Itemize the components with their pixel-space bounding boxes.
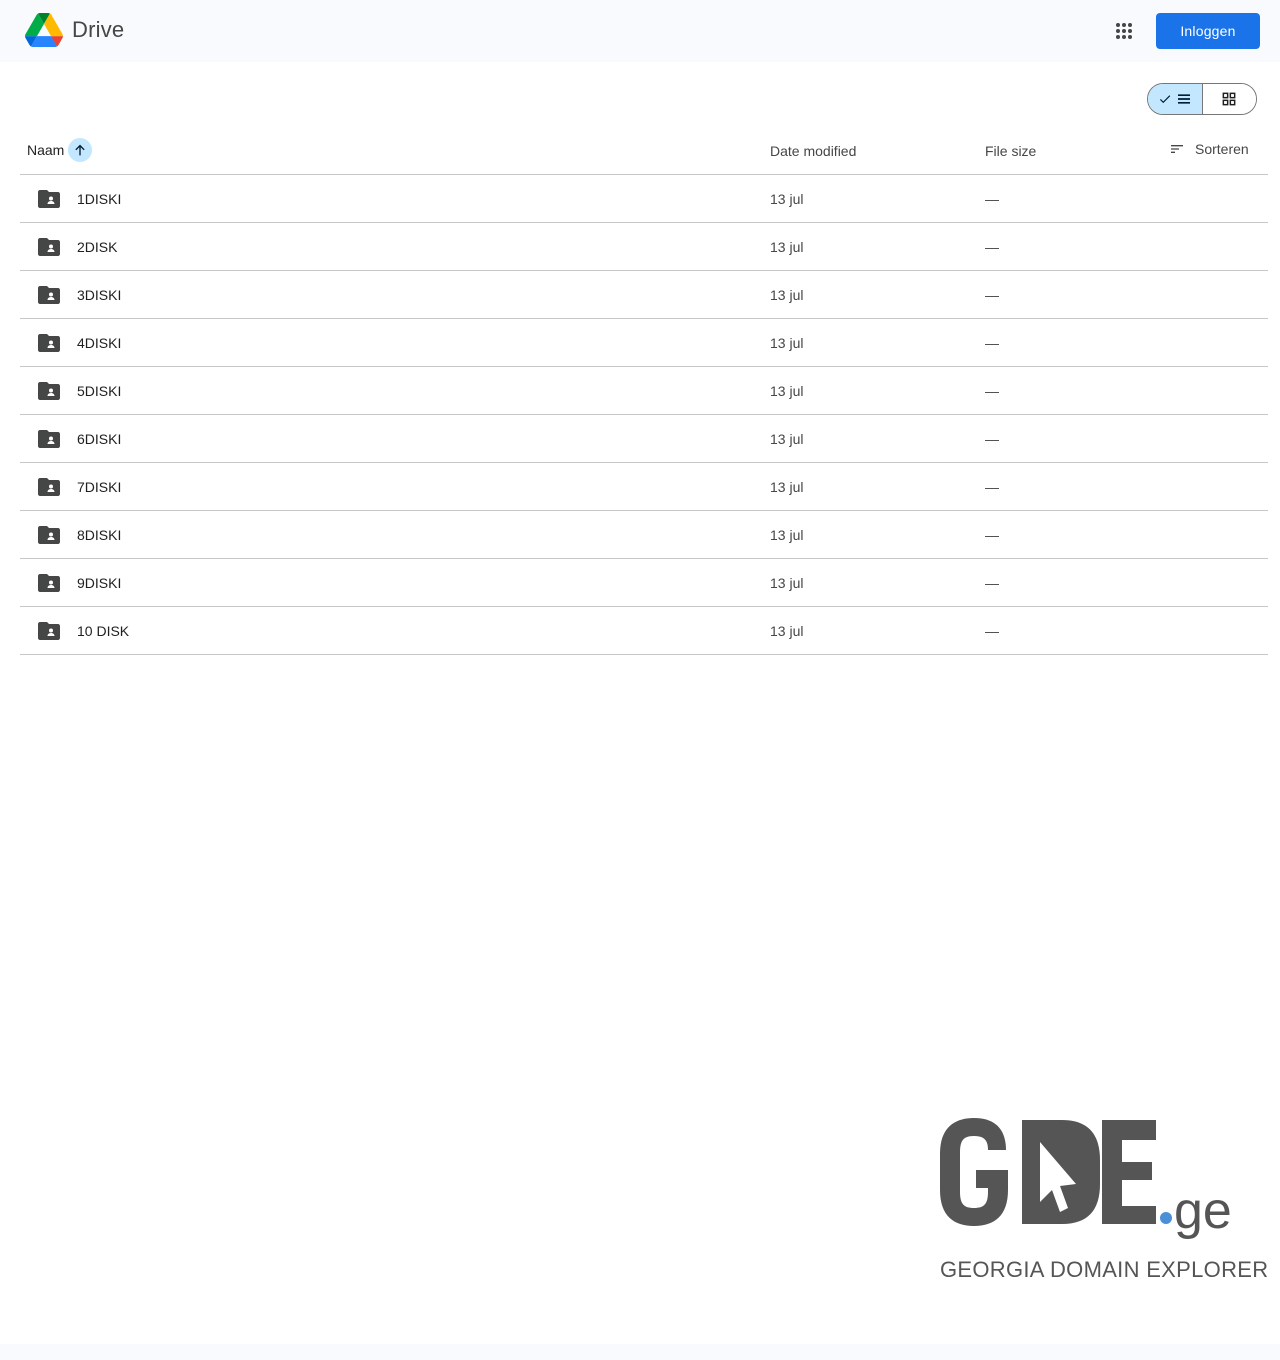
column-header-name[interactable]: Naam	[27, 138, 93, 162]
file-date: 13 jul	[770, 479, 804, 495]
table-row[interactable]: 1DISKI 13 jul —	[20, 175, 1268, 223]
table-body: 1DISKI 13 jul —2DISK 13 jul —3DISKI 13 jul —4D…	[20, 175, 1268, 655]
shared-folder-icon	[38, 478, 60, 496]
file-date: 13 jul	[770, 623, 804, 639]
view-toggle	[1147, 83, 1257, 115]
file-size: —	[985, 191, 999, 207]
list-view-button[interactable]	[1148, 84, 1203, 114]
login-button[interactable]: Inloggen	[1156, 13, 1260, 49]
file-date: 13 jul	[770, 383, 804, 399]
shared-folder-icon	[38, 430, 60, 448]
shared-folder-icon	[38, 190, 60, 208]
file-browser: Naam Date modified File size Sorteren 1D…	[0, 62, 1280, 1344]
column-header-size[interactable]: File size	[985, 143, 1036, 159]
table-row[interactable]: 3DISKI 13 jul —	[20, 271, 1268, 319]
file-name: 7DISKI	[77, 479, 122, 495]
arrow-up-icon	[75, 144, 86, 156]
brand[interactable]: Drive	[25, 13, 124, 47]
google-drive-logo-icon	[25, 13, 63, 47]
column-name-label: Naam	[27, 142, 65, 158]
file-size: —	[985, 431, 999, 447]
file-size: —	[985, 623, 999, 639]
apps-button[interactable]	[1106, 13, 1142, 49]
file-name: 6DISKI	[77, 431, 122, 447]
table-row[interactable]: 7DISKI 13 jul —	[20, 463, 1268, 511]
file-size: —	[985, 383, 999, 399]
sort-direction-button[interactable]	[68, 138, 93, 162]
file-name: 3DISKI	[77, 287, 122, 303]
file-size: —	[985, 575, 999, 591]
file-date: 13 jul	[770, 191, 804, 207]
app-name: Drive	[72, 17, 125, 42]
file-size: —	[985, 335, 999, 351]
sort-button[interactable]: Sorteren	[1169, 136, 1249, 162]
file-size: —	[985, 479, 999, 495]
watermark-tagline: GEORGIA DOMAIN EXPLORER	[940, 1257, 1269, 1282]
file-size: —	[985, 527, 999, 543]
shared-folder-icon	[38, 334, 60, 352]
table-header: Naam Date modified File size Sorteren	[20, 128, 1268, 175]
check-icon	[1159, 95, 1170, 104]
table-row[interactable]: 10 DISK 13 jul —	[20, 607, 1268, 655]
file-name: 8DISKI	[77, 527, 122, 543]
shared-folder-icon	[38, 382, 60, 400]
shared-folder-icon	[38, 526, 60, 544]
shared-folder-icon	[38, 622, 60, 640]
list-view-icon	[1177, 94, 1190, 104]
file-date: 13 jul	[770, 335, 804, 351]
file-name: 10 DISK	[77, 623, 130, 639]
apps-grid-icon	[1116, 23, 1132, 39]
file-table: Naam Date modified File size Sorteren 1D…	[20, 128, 1268, 655]
column-header-date[interactable]: Date modified	[770, 143, 856, 159]
grid-view-icon	[1222, 92, 1236, 106]
file-name: 9DISKI	[77, 575, 122, 591]
gde-watermark-logo: ge	[940, 1118, 1232, 1240]
file-size: —	[985, 239, 999, 255]
file-name: 5DISKI	[77, 383, 122, 399]
top-bar: Drive Inloggen	[0, 0, 1280, 62]
sort-label: Sorteren	[1195, 141, 1249, 157]
file-name: 1DISKI	[77, 191, 122, 207]
file-date: 13 jul	[770, 431, 804, 447]
file-date: 13 jul	[770, 575, 804, 591]
file-date: 13 jul	[770, 239, 804, 255]
file-name: 2DISK	[77, 239, 118, 255]
shared-folder-icon	[38, 238, 60, 256]
watermark-ge: ge	[1174, 1182, 1232, 1240]
sort-icon	[1171, 145, 1183, 153]
file-date: 13 jul	[770, 287, 804, 303]
file-name: 4DISKI	[77, 335, 122, 351]
table-row[interactable]: 2DISK 13 jul —	[20, 223, 1268, 271]
table-row[interactable]: 4DISKI 13 jul —	[20, 319, 1268, 367]
grid-view-button[interactable]	[1202, 84, 1256, 114]
table-row[interactable]: 6DISKI 13 jul —	[20, 415, 1268, 463]
shared-folder-icon	[38, 286, 60, 304]
table-row[interactable]: 5DISKI 13 jul —	[20, 367, 1268, 415]
file-size: —	[985, 287, 999, 303]
table-row[interactable]: 8DISKI 13 jul —	[20, 511, 1268, 559]
table-row[interactable]: 9DISKI 13 jul —	[20, 559, 1268, 607]
file-date: 13 jul	[770, 527, 804, 543]
shared-folder-icon	[38, 574, 60, 592]
